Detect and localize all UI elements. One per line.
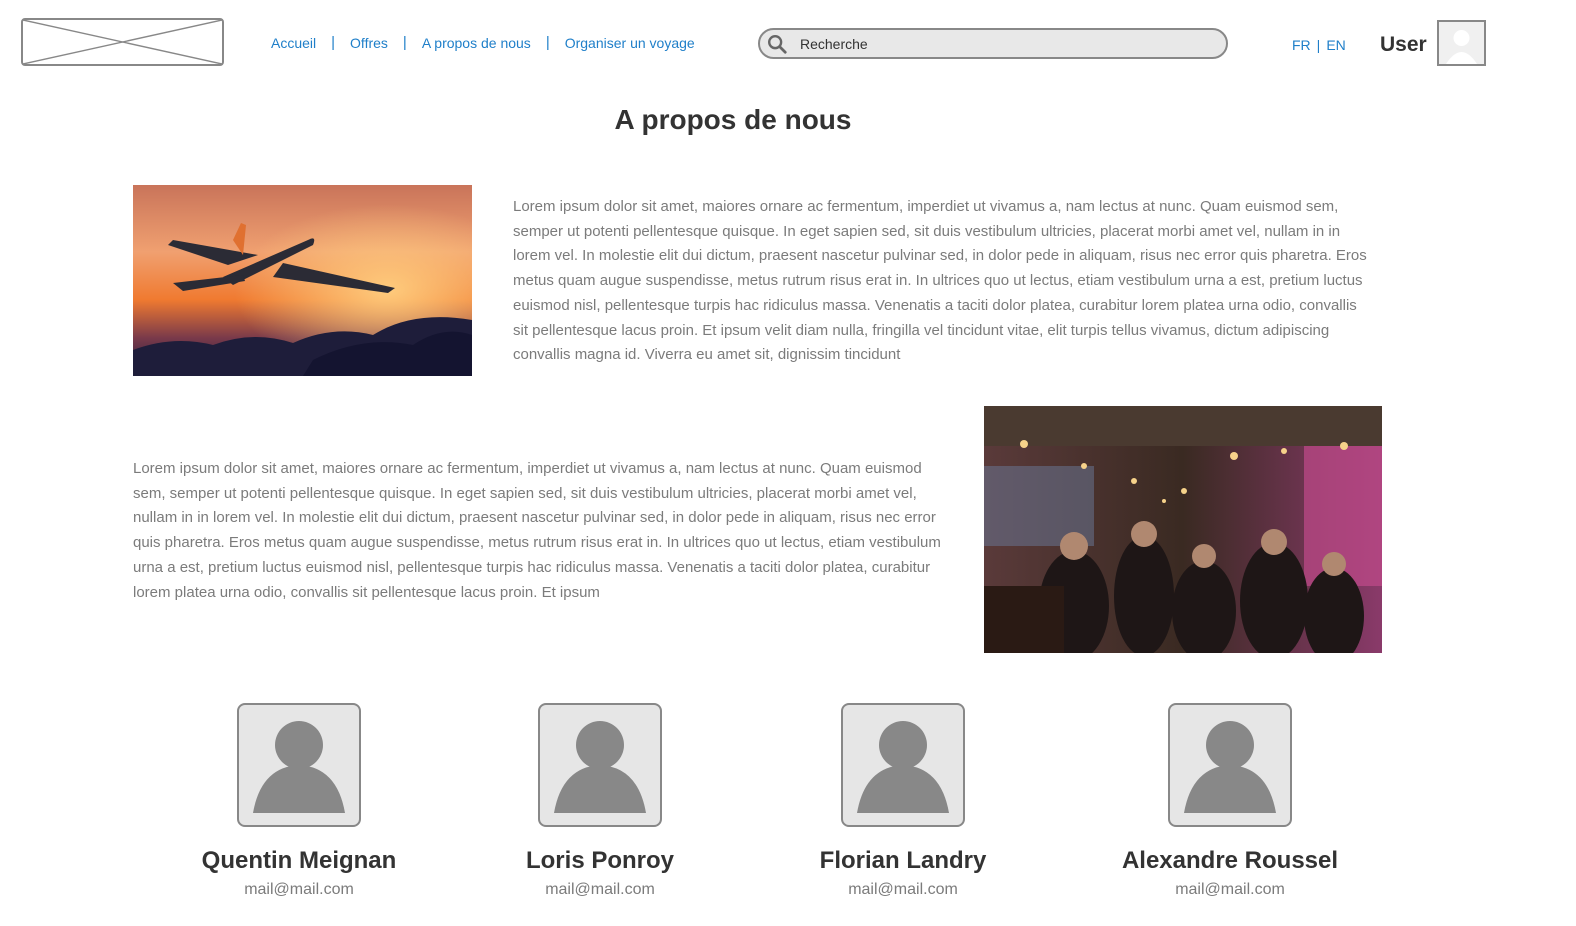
team-member-card: Quentin Meignan mail@mail.com (179, 703, 419, 899)
nav-separator: | (331, 34, 336, 51)
image-placeholder-icon (23, 20, 222, 64)
user-silhouette-icon (554, 721, 646, 813)
team-member-avatar (841, 703, 965, 827)
nav-separator: | (402, 34, 407, 51)
team-member-card: Loris Ponroy mail@mail.com (480, 703, 720, 899)
nav-link-offres[interactable]: Offres (350, 35, 388, 51)
team-member-name: Florian Landry (819, 847, 987, 874)
about-paragraph-2: Lorem ipsum dolor sit amet, maiores orna… (133, 460, 941, 601)
team-member-card: Florian Landry mail@mail.com (783, 703, 1023, 899)
user-silhouette-icon (857, 721, 949, 813)
search-input[interactable] (798, 34, 1202, 53)
nav-link-organiser-voyage[interactable]: Organiser un voyage (565, 35, 695, 51)
team-member-avatar (237, 703, 361, 827)
team-member-email[interactable]: mail@mail.com (1110, 881, 1350, 899)
team-member-avatar (1168, 703, 1292, 827)
language-switcher: FR | EN (1292, 37, 1346, 53)
nav-link-a-propos[interactable]: A propos de nous (422, 35, 531, 51)
team-member-card: Alexandre Roussel mail@mail.com (1110, 703, 1350, 899)
page: Accueil | Offres | A propos de nous | Or… (0, 0, 1576, 926)
team-member-avatar (538, 703, 662, 827)
user-silhouette-icon (253, 721, 345, 813)
page-title: A propos de nous (614, 104, 852, 135)
logo-placeholder[interactable] (21, 18, 224, 66)
team-member-email[interactable]: mail@mail.com (179, 881, 419, 899)
user-avatar[interactable] (1437, 20, 1486, 66)
nav-link-accueil[interactable]: Accueil (271, 35, 316, 51)
bar-crowd-image (984, 406, 1382, 653)
user-label[interactable]: User (1380, 33, 1427, 57)
lang-separator: | (1316, 37, 1321, 53)
lang-fr-link[interactable]: FR (1292, 37, 1311, 53)
user-silhouette-icon (1446, 30, 1477, 64)
lang-en-link[interactable]: EN (1326, 37, 1345, 53)
team-member-name: Quentin Meignan (201, 847, 397, 874)
team-member-email[interactable]: mail@mail.com (480, 881, 720, 899)
user-silhouette-icon (1184, 721, 1276, 813)
search-icon[interactable] (766, 33, 788, 55)
main-nav: Accueil | Offres | A propos de nous | Or… (271, 34, 695, 51)
team-member-name: Loris Ponroy (525, 847, 675, 874)
nav-separator: | (545, 34, 550, 51)
search-bar (758, 28, 1228, 59)
about-paragraph-1: Lorem ipsum dolor sit amet, maiores orna… (513, 198, 1367, 364)
airplane-sunset-image (133, 185, 472, 376)
team-member-email[interactable]: mail@mail.com (783, 881, 1023, 899)
team-member-name: Alexandre Roussel (1121, 847, 1339, 874)
